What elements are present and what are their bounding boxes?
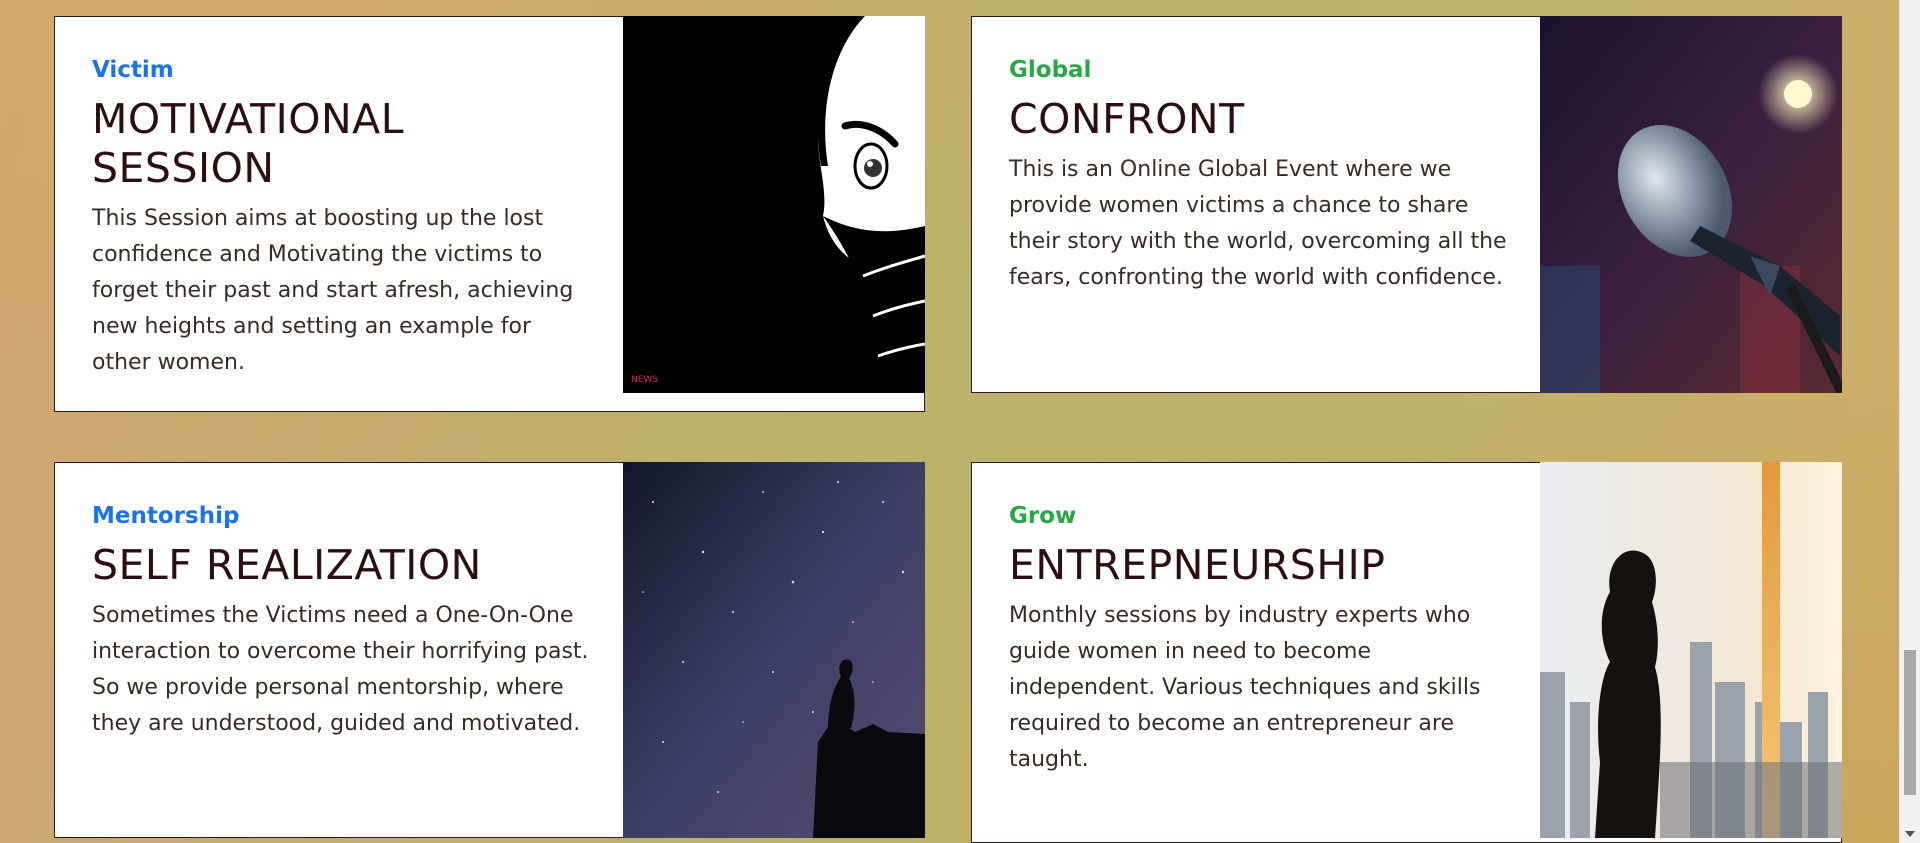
card-content: Mentorship SELF REALIZATION Sometimes th… [92,503,592,742]
card-description: This is an Online Global Event where we … [1009,156,1507,290]
program-card-self-realization: Mentorship SELF REALIZATION Sometimes th… [54,462,925,838]
card-description: Sometimes the Victims need a One-On-One … [92,602,589,736]
card-category: Global [1009,57,1092,83]
page: Victim MOTIVATIONAL SESSION This Session… [0,0,1900,843]
microphone-photo-icon [1540,16,1842,393]
card-category: Grow [1009,503,1077,529]
masked-woman-illustration-icon: NEWS [623,16,925,393]
card-category: Victim [92,57,174,83]
card-description: Monthly sessions by industry experts who… [1009,602,1481,772]
program-card-entrepreneurship: Grow ENTREPNEURSHIP Monthly sessions by … [971,462,1842,843]
card-title: CONFRONT [1009,94,1245,143]
night-sky-silhouette-photo-icon [623,462,925,838]
card-content: Grow ENTREPNEURSHIP Monthly sessions by … [1009,503,1509,778]
card-category: Mentorship [92,503,240,529]
card-content: Victim MOTIVATIONAL SESSION This Session… [92,57,592,381]
program-card-confront: Global CONFRONT This is an Online Global… [971,16,1842,393]
card-content: Global CONFRONT This is an Online Global… [1009,57,1509,296]
scroll-down-arrow-icon[interactable] [1905,831,1915,837]
program-card-motivational-session: Victim MOTIVATIONAL SESSION This Session… [54,16,925,412]
businesswoman-city-window-photo-icon [1540,462,1842,838]
card-title: ENTREPNEURSHIP [1009,540,1386,589]
scrollbar-thumb[interactable] [1904,650,1916,795]
news-watermark: NEWS [631,375,658,385]
vertical-scrollbar[interactable] [1899,0,1920,843]
card-title: SELF REALIZATION [92,540,482,589]
card-title: MOTIVATIONAL SESSION [92,94,405,192]
card-description: This Session aims at boosting up the los… [92,205,574,375]
